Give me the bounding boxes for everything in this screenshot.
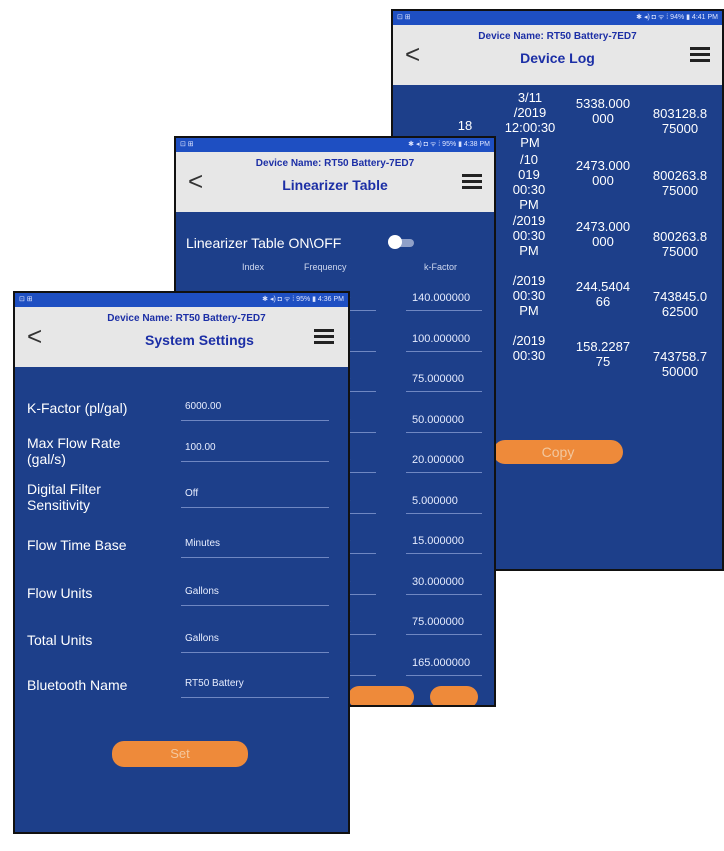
next-button[interactable] (430, 686, 478, 705)
setting-value[interactable]: Minutes (185, 538, 220, 549)
back-icon[interactable]: < (27, 323, 42, 349)
setting-value[interactable]: 100.00 (185, 442, 216, 453)
device-name: Device Name: RT50 Battery-7ED7 (255, 158, 415, 169)
log-value: 244.5404 66 (575, 279, 631, 309)
setting-underline (181, 461, 329, 462)
kfactor-value: 20.000000 (412, 454, 464, 466)
setting-label: K-Factor (pl/gal) (27, 400, 128, 416)
kfactor-underline (406, 310, 482, 311)
page-title: Device Log (520, 50, 595, 66)
back-icon[interactable]: < (405, 41, 420, 67)
kfactor-value: 30.000000 (412, 575, 464, 588)
kfactor-underline (406, 391, 482, 392)
setting-value[interactable]: RT50 Battery (185, 678, 244, 689)
status-bar: ⊡ ⊞ ✱ ◂) ◘ ᯤ ⁞ 95% ▮ 4:36 PM (15, 293, 348, 307)
settings-row: Bluetooth Name RT50 Battery (15, 673, 348, 713)
status-bar: ⊡ ⊞ ✱ ◂) ◘ ᯤ ⁞ 94% ▮ 4:41 PM (393, 11, 722, 25)
column-header-index: Index (242, 262, 265, 272)
kfactor-underline (406, 512, 482, 514)
setting-underline (181, 557, 329, 558)
log-total: 803128.8 75000 (652, 106, 708, 136)
log-timestamp: /10 019 00:30 PM (512, 152, 546, 212)
setting-underline (181, 507, 329, 508)
back-icon[interactable]: < (188, 168, 203, 194)
status-left-icons: ⊡ ⊞ (19, 296, 33, 303)
log-timestamp: /2019 00:30 (512, 333, 546, 363)
kfactor-underline (406, 472, 482, 473)
settings-row: Max Flow Rate (gal/s) 100.00 (15, 435, 348, 477)
header: < Device Name: RT50 Battery-7ED7 System … (15, 307, 348, 367)
setting-label: Bluetooth Name (27, 677, 128, 693)
setting-label: Total Units (27, 632, 93, 648)
settings-row: Digital Filter Sensitivity Off (15, 481, 348, 523)
status-right-indicators: ✱ ◂) ◘ ᯤ ⁞ 94% ▮ 4:41 PM (636, 14, 718, 21)
setting-label: Digital Filter Sensitivity (27, 481, 101, 513)
setting-value[interactable]: Off (185, 488, 198, 499)
device-name: Device Name: RT50 Battery-7ED7 (107, 313, 266, 324)
kfactor-underline (406, 593, 482, 595)
log-total: 743845.0 62500 (652, 289, 708, 319)
kfactor-underline (406, 431, 482, 433)
page-title: System Settings (145, 332, 254, 348)
system-settings-screen: ⊡ ⊞ ✱ ◂) ◘ ᯤ ⁞ 95% ▮ 4:36 PM < Device Na… (13, 291, 350, 834)
menu-icon[interactable] (462, 174, 482, 192)
status-left-icons: ⊡ ⊞ (397, 14, 411, 21)
kfactor-value: 15.000000 (412, 535, 464, 547)
status-left-icons: ⊡ ⊞ (180, 141, 194, 148)
page-title: Linearizer Table (282, 177, 388, 193)
settings-row: Flow Time Base Minutes (15, 533, 348, 573)
kfactor-underline (406, 350, 482, 352)
menu-icon[interactable] (314, 329, 334, 347)
setting-label: Max Flow Rate (gal/s) (27, 435, 121, 467)
kfactor-underline (406, 674, 482, 676)
kfactor-value: 75.000000 (412, 373, 464, 385)
log-value: 2473.000 000 (575, 158, 631, 188)
status-right-indicators: ✱ ◂) ◘ ᯤ ⁞ 95% ▮ 4:38 PM (408, 141, 490, 148)
column-header-frequency: Frequency (304, 262, 347, 272)
copy-button[interactable]: Copy (493, 440, 623, 464)
settings-row: Flow Units Gallons (15, 581, 348, 621)
linearizer-toggle[interactable] (388, 235, 414, 249)
kfactor-underline (406, 553, 482, 554)
log-total: 800263.8 75000 (652, 229, 708, 259)
kfactor-value: 140.000000 (412, 292, 471, 304)
setting-underline (181, 652, 329, 653)
prev-button[interactable] (348, 686, 414, 705)
setting-value[interactable]: Gallons (185, 633, 219, 644)
set-button[interactable]: Set (112, 741, 248, 767)
log-value: 5338.000 000 (575, 96, 631, 126)
status-bar: ⊡ ⊞ ✱ ◂) ◘ ᯤ ⁞ 95% ▮ 4:38 PM (176, 138, 494, 152)
device-name: Device Name: RT50 Battery-7ED7 (478, 31, 637, 42)
settings-row: K-Factor (pl/gal) 6000.00 (15, 396, 348, 436)
column-header-kfactor: k-Factor (424, 262, 458, 272)
log-value: 2473.000 000 (575, 219, 631, 249)
log-total: 800263.8 75000 (652, 168, 708, 198)
settings-row: Total Units Gallons (15, 628, 348, 668)
kfactor-value: 50.000000 (412, 413, 464, 426)
kfactor-underline (406, 634, 482, 635)
linearizer-toggle-label: Linearizer Table ON\OFF (186, 235, 342, 251)
log-value: 158.2287 75 (575, 339, 631, 369)
setting-underline (181, 605, 329, 606)
setting-value[interactable]: Gallons (185, 586, 219, 597)
kfactor-value: 75.000000 (412, 616, 464, 628)
log-index: 18 (457, 118, 473, 133)
menu-icon[interactable] (690, 47, 710, 65)
kfactor-value: 100.000000 (412, 332, 471, 345)
header: < Device Name: RT50 Battery-7ED7 Lineari… (176, 152, 494, 212)
header: < Device Name: RT50 Battery-7ED7 Device … (393, 25, 722, 85)
setting-value[interactable]: 6000.00 (185, 401, 221, 412)
status-right-indicators: ✱ ◂) ◘ ᯤ ⁞ 95% ▮ 4:36 PM (262, 296, 344, 303)
setting-underline (181, 697, 329, 698)
setting-label: Flow Units (27, 585, 93, 601)
log-timestamp: /2019 00:30 PM (512, 213, 546, 258)
setting-underline (181, 420, 329, 421)
kfactor-value: 165.000000 (412, 656, 471, 669)
log-total: 743758.7 50000 (652, 349, 708, 379)
toggle-knob (388, 235, 402, 249)
setting-label: Flow Time Base (27, 537, 127, 553)
log-timestamp: 3/11 /2019 12:00:30 PM (504, 90, 556, 150)
log-timestamp: /2019 00:30 PM (512, 273, 546, 318)
kfactor-value: 5.000000 (412, 494, 458, 507)
